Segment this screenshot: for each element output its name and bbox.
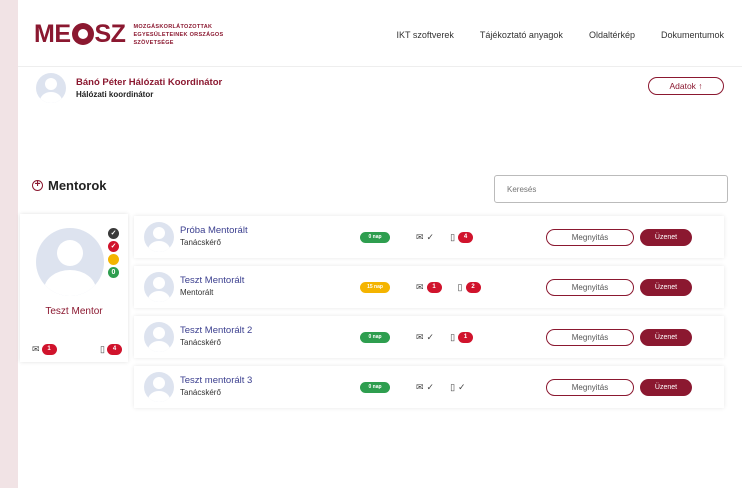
status-dot-icon	[108, 254, 119, 265]
main-nav: IKT szoftverek Tájékoztató anyagok Oldal…	[397, 30, 724, 40]
mentor-counts: ✉ 1 ▯ 4	[32, 342, 122, 356]
page: ME SZ MOZGÁSKORLÁTOZOTTAK EGYESÜLETEINEK …	[18, 0, 742, 488]
top-bar: ME SZ MOZGÁSKORLÁTOZOTTAK EGYESÜLETEINEK …	[18, 0, 742, 66]
message-button[interactable]: Üzenet	[640, 329, 692, 346]
days-pill: 0 nap	[360, 382, 390, 393]
row-icons: ✉ ✓ ▯ ✓	[416, 380, 466, 394]
search-input[interactable]	[494, 175, 728, 203]
mentor-status-dots: ✓ ✓ 0	[108, 228, 119, 278]
task-badge: 4	[107, 343, 122, 355]
mentee-role: Mentorált	[180, 288, 214, 297]
task-badge: 2	[465, 281, 481, 293]
user-role: Hálózati koordinátor	[76, 90, 154, 99]
nav-iktszoftverek[interactable]: IKT szoftverek	[397, 30, 454, 40]
envelope-icon: ✉	[32, 344, 40, 354]
mentee-avatar	[144, 272, 174, 302]
clipboard-icon[interactable]: ▯	[450, 380, 455, 394]
open-button[interactable]: Megnyitás	[546, 229, 634, 246]
logo-text: ME SZ	[34, 20, 126, 48]
check-icon: ✓	[426, 331, 435, 342]
mentee-name[interactable]: Próba Mentorált	[180, 225, 248, 236]
user-name: Bánó Péter Hálózati Koordinátor	[76, 77, 223, 88]
check-icon: ✓	[458, 381, 466, 392]
check-icon: ✓	[426, 381, 435, 392]
task-badge: 4	[458, 231, 474, 243]
open-button[interactable]: Megnyitás	[546, 379, 634, 396]
mentee-row: Teszt Mentorált 2 Tanácskérő 0 nap ✉ ✓ ▯…	[134, 316, 724, 358]
open-button[interactable]: Megnyitás	[546, 329, 634, 346]
clipboard-icon[interactable]: ▯	[458, 280, 463, 294]
mentee-name[interactable]: Teszt Mentorált 2	[180, 325, 252, 336]
mentee-role: Tanácskérő	[180, 338, 221, 347]
mentee-name[interactable]: Teszt Mentorált	[180, 275, 244, 286]
status-zero-icon: 0	[108, 267, 119, 278]
user-bar: Bánó Péter Hálózati Koordinátor Hálózati…	[18, 66, 742, 108]
days-pill: 0 nap	[360, 232, 390, 243]
days-pill: 15 nap	[360, 282, 390, 293]
mentee-role: Tanácskérő	[180, 388, 221, 397]
envelope-icon[interactable]: ✉	[416, 330, 424, 344]
message-button[interactable]: Üzenet	[640, 229, 692, 246]
clipboard-icon: ▯	[100, 344, 105, 354]
mentor-task-count[interactable]: ▯ 4	[100, 342, 122, 356]
mentee-row: Teszt Mentorált Mentorált 15 nap ✉ 1 ▯ 2…	[134, 266, 724, 308]
mentee-avatar	[144, 322, 174, 352]
nav-dokumentumok[interactable]: Dokumentumok	[661, 30, 724, 40]
envelope-icon[interactable]: ✉	[416, 230, 424, 244]
days-pill: 0 nap	[360, 332, 390, 343]
message-button[interactable]: Üzenet	[640, 279, 692, 296]
row-icons: ✉ ✓ ▯ 4	[416, 230, 474, 244]
adatok-button[interactable]: Adatok ↑	[648, 77, 724, 95]
clipboard-icon[interactable]: ▯	[450, 330, 455, 344]
check-icon: ✓	[426, 231, 435, 242]
message-button[interactable]: Üzenet	[640, 379, 692, 396]
mentor-card[interactable]: ✓ ✓ 0 Teszt Mentor ✉ 1 ▯ 4	[20, 214, 128, 362]
section-title: Mentorok	[48, 178, 107, 193]
mentee-row: Teszt mentorált 3 Tanácskérő 0 nap ✉ ✓ ▯…	[134, 366, 724, 408]
status-check-icon: ✓	[108, 228, 119, 239]
task-badge: 1	[458, 331, 474, 343]
row-icons: ✉ ✓ ▯ 1	[416, 330, 474, 344]
add-circle-icon[interactable]: +	[32, 180, 43, 191]
message-badge: 1	[41, 343, 57, 355]
logo-subtitle: MOZGÁSKORLÁTOZOTTAK EGYESÜLETEINEK ORSZÁ…	[133, 23, 224, 46]
message-badge: 1	[426, 281, 442, 293]
mentor-avatar	[36, 228, 104, 296]
nav-tajekoztato-anyagok[interactable]: Tájékoztató anyagok	[480, 30, 563, 40]
user-avatar	[36, 73, 66, 103]
status-check-icon: ✓	[108, 241, 119, 252]
mentee-avatar	[144, 372, 174, 402]
mentee-role: Tanácskérő	[180, 238, 221, 247]
mentee-row: Próba Mentorált Tanácskérő 0 nap ✉ ✓ ▯ 4…	[134, 216, 724, 258]
mentor-message-count[interactable]: ✉ 1	[32, 342, 57, 356]
open-button[interactable]: Megnyitás	[546, 279, 634, 296]
nav-oldalterkep[interactable]: Oldaltérkép	[589, 30, 635, 40]
mentor-name[interactable]: Teszt Mentor	[20, 306, 128, 318]
envelope-icon[interactable]: ✉	[416, 280, 424, 294]
clipboard-icon[interactable]: ▯	[450, 230, 455, 244]
mentors-heading: + Mentorok	[32, 178, 107, 193]
mentee-avatar	[144, 222, 174, 252]
logo[interactable]: ME SZ MOZGÁSKORLÁTOZOTTAK EGYESÜLETEINEK …	[34, 22, 243, 47]
envelope-icon[interactable]: ✉	[416, 380, 424, 394]
row-icons: ✉ 1 ▯ 2	[416, 280, 481, 294]
mentee-name[interactable]: Teszt mentorált 3	[180, 375, 252, 386]
